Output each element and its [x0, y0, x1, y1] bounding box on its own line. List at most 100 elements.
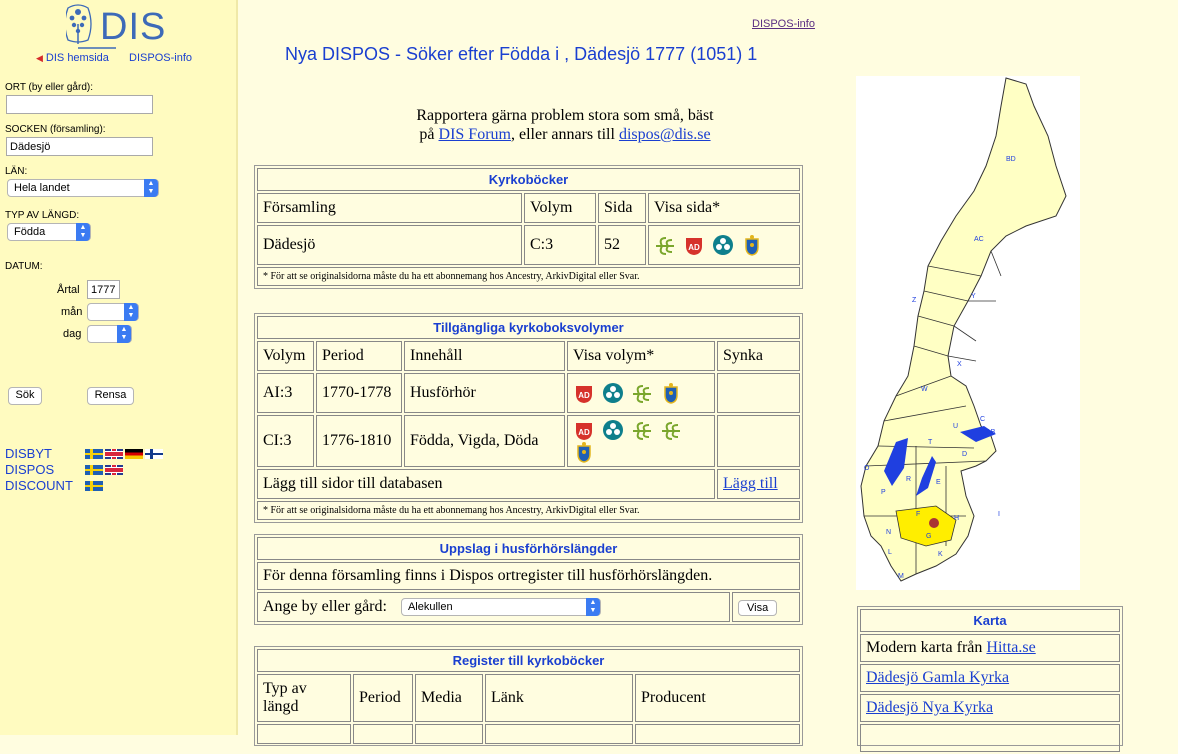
- col-period: Period: [316, 341, 402, 371]
- uk-flag-icon[interactable]: [105, 465, 123, 475]
- main-content: DISPOS-info Nya DISPOS - Söker efter Föd…: [240, 0, 1178, 752]
- cell-innehall: Husförhör: [404, 373, 565, 413]
- dis-forum-link[interactable]: DIS Forum: [439, 126, 511, 143]
- top-links: ◀ DIS hemsida DISPOS-info: [36, 52, 192, 64]
- cell-visa-volym-icons: AD: [567, 415, 715, 467]
- husforhor-title: Uppslag i husförhörslängder: [257, 537, 800, 560]
- arkivdigital-icon[interactable]: AD: [683, 234, 705, 256]
- nya-kyrka-link[interactable]: Dädesjö Nya Kyrka: [866, 699, 993, 716]
- map-label-n: N: [886, 529, 891, 536]
- map-label-p: P: [881, 489, 886, 496]
- kyrkobocker-note: * För att se originalsidorna måste du ha…: [257, 267, 800, 286]
- visa-button[interactable]: Visa: [738, 600, 778, 616]
- back-arrow-icon: ◀: [36, 53, 43, 63]
- disbyt-link[interactable]: DISBYT: [5, 446, 52, 461]
- riksarkivet-crest-icon[interactable]: [573, 441, 595, 463]
- dispos-link[interactable]: DISPOS: [5, 462, 54, 477]
- chevron-updown-icon: ▲ ▼: [76, 223, 90, 241]
- rensa-button[interactable]: Rensa: [87, 387, 134, 405]
- arkivdigital-icon[interactable]: AD: [573, 419, 595, 441]
- col-visa-sida: Visa sida*: [648, 193, 800, 223]
- ancestry-icon[interactable]: [602, 419, 624, 441]
- riksarkivet-crest-icon[interactable]: [660, 382, 682, 404]
- cell-period: 1776-1810: [316, 415, 402, 467]
- map-label-d: D: [962, 451, 967, 458]
- report-notice: Rapportera gärna problem stora som små, …: [380, 106, 750, 144]
- volymer-note: * För att se originalsidorna måste du ha…: [257, 501, 800, 520]
- map-label-l: L: [888, 549, 892, 556]
- map-label-y: Y: [971, 293, 976, 300]
- table-row: CI:3 1776-1810 Födda, Vigda, Döda AD: [257, 415, 800, 467]
- svg-text:AD: AD: [578, 428, 590, 437]
- dispos-info-link[interactable]: DISPOS-info: [129, 52, 192, 64]
- map-label-h: H: [954, 515, 959, 522]
- cell-visa-volym-icons: AD: [567, 373, 715, 413]
- cell-forsamling: Dädesjö: [257, 225, 522, 265]
- disbyt-flags: [85, 449, 163, 459]
- modern-karta-text: Modern karta från: [866, 639, 987, 656]
- volymer-title: Tillgängliga kyrkoboksvolymer: [257, 316, 800, 339]
- finland-flag-icon[interactable]: [145, 449, 163, 459]
- karta-box: Karta Modern karta från Hitta.se Dädesjö…: [857, 606, 1123, 752]
- map-label-w: W: [921, 386, 928, 393]
- col-producent: Producent: [635, 674, 800, 722]
- hitta-link[interactable]: Hitta.se: [986, 639, 1035, 656]
- email-link[interactable]: dispos@dis.se: [619, 126, 711, 143]
- typ-label: TYP AV LÄNGD:: [5, 210, 80, 221]
- cell-volym: CI:3: [257, 415, 314, 467]
- riksarkivet-crest-icon[interactable]: [741, 234, 763, 256]
- visa-cell: Visa: [732, 592, 800, 622]
- svar-leaf-icon[interactable]: [654, 234, 676, 256]
- gamla-kyrka-link[interactable]: Dädesjö Gamla Kyrka: [866, 669, 1009, 686]
- artal-input[interactable]: [87, 280, 120, 299]
- ancestry-icon[interactable]: [712, 234, 734, 256]
- lan-select[interactable]: Hela landet ▲ ▼: [7, 179, 159, 197]
- col-lank: Länk: [485, 674, 633, 722]
- ancestry-icon[interactable]: [602, 382, 624, 404]
- gamla-kyrka-cell: Dädesjö Gamla Kyrka: [860, 664, 1120, 692]
- dispos-flags: [85, 465, 123, 475]
- col-visa-volym: Visa volym*: [567, 341, 715, 371]
- uk-flag-icon[interactable]: [105, 449, 123, 459]
- sweden-flag-icon[interactable]: [85, 481, 103, 491]
- col-typ: Typ av längd: [257, 674, 351, 722]
- svar-leaf-icon[interactable]: [631, 419, 653, 441]
- cell-visa-sida-icons: AD: [648, 225, 800, 265]
- discount-flags: [85, 481, 103, 491]
- col-synka: Synka: [717, 341, 800, 371]
- nav-disbyt: DISBYT: [5, 446, 163, 462]
- cell-sida: 52: [598, 225, 646, 265]
- map-label-e: E: [936, 479, 941, 486]
- sok-button[interactable]: Sök: [8, 387, 42, 405]
- map-label-f: F: [916, 511, 920, 518]
- cell-period: 1770-1778: [316, 373, 402, 413]
- dispos-info-top-link[interactable]: DISPOS-info: [752, 18, 815, 30]
- man-select[interactable]: ▲ ▼: [87, 303, 139, 321]
- gard-select[interactable]: Alekullen ▲ ▼: [400, 598, 601, 617]
- ort-input[interactable]: [6, 95, 153, 114]
- svar-leaf-icon[interactable]: [631, 382, 653, 404]
- ange-label: Ange by eller gård:: [263, 597, 387, 615]
- sweden-flag-icon[interactable]: [85, 465, 103, 475]
- volymer-box: Tillgängliga kyrkoboksvolymer Volym Peri…: [254, 313, 803, 523]
- socken-input[interactable]: [6, 137, 153, 156]
- add-pages-text: Lägg till sidor till databasen: [257, 469, 715, 499]
- map-label-ab: AB: [986, 429, 996, 436]
- dag-select[interactable]: ▲ ▼: [87, 325, 132, 343]
- chevron-updown-icon: ▲ ▼: [124, 303, 138, 321]
- husforhor-box: Uppslag i husförhörslängder För denna fö…: [254, 534, 803, 625]
- typ-select[interactable]: Födda ▲ ▼: [7, 223, 91, 241]
- kyrkobocker-box: Kyrkoböcker Församling Volym Sida Visa s…: [254, 165, 803, 289]
- map-label-t: T: [928, 439, 933, 446]
- germany-flag-icon[interactable]: [125, 449, 143, 459]
- page-title: Nya DISPOS - Söker efter Födda i , Dädes…: [285, 44, 758, 64]
- arkivdigital-icon[interactable]: AD: [573, 382, 595, 404]
- discount-link[interactable]: DISCOUNT: [5, 478, 73, 493]
- sweden-flag-icon[interactable]: [85, 449, 103, 459]
- sweden-map[interactable]: BD AC Z Y W X C AB U T D O R E P F H N G…: [856, 76, 1080, 590]
- svar-leaf-icon[interactable]: [660, 419, 682, 441]
- sweden-map-svg: BD AC Z Y W X C AB U T D O R E P F H N G…: [860, 77, 1067, 582]
- report-line1: Rapportera gärna problem stora som små, …: [416, 107, 714, 124]
- lagg-till-link[interactable]: Lägg till: [723, 475, 778, 492]
- dis-hemsida-link[interactable]: DIS hemsida: [46, 52, 109, 64]
